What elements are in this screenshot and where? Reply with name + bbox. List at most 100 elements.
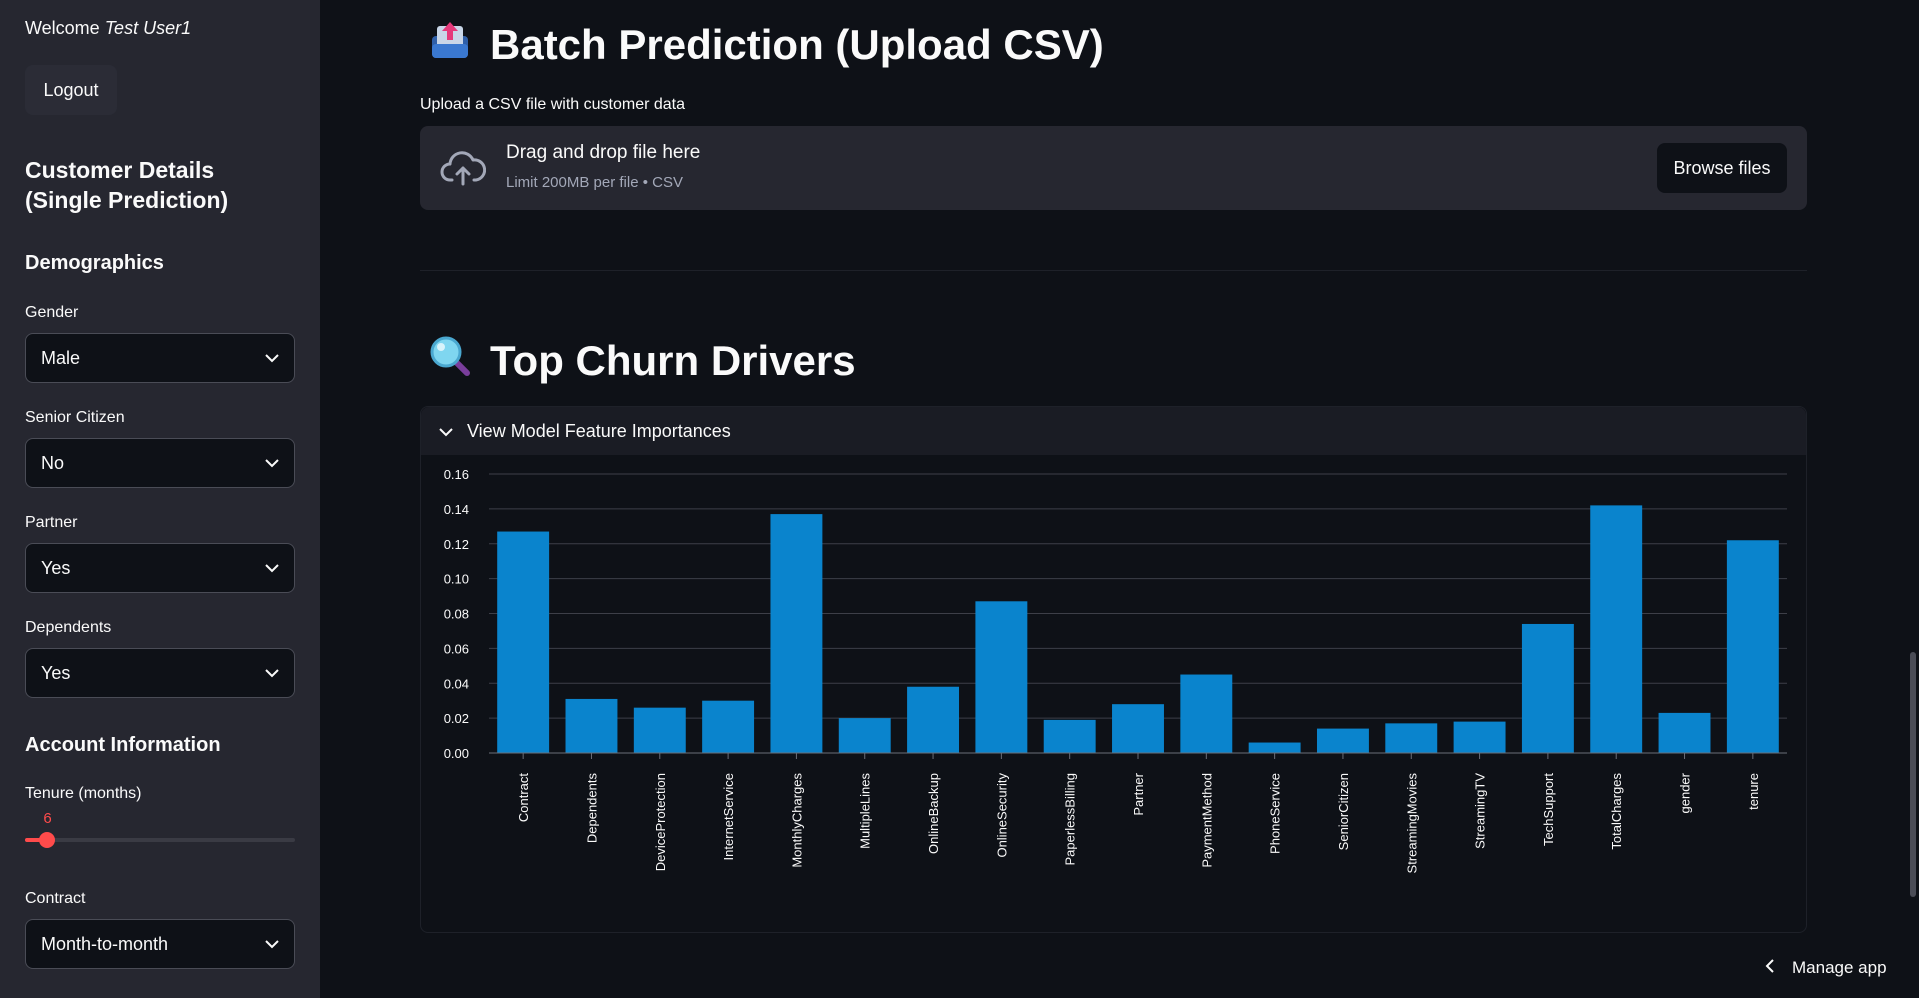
x-tick-label: Dependents <box>584 773 599 844</box>
chevron-down-icon <box>265 939 279 949</box>
tenure-slider-track[interactable] <box>25 838 295 842</box>
y-tick-label: 0.14 <box>444 502 469 517</box>
tenure-slider-thumb[interactable] <box>39 832 56 848</box>
dropzone-title: Drag and drop file here <box>506 142 701 163</box>
senior-value: No <box>41 452 65 473</box>
dependents-value: Yes <box>41 662 71 683</box>
contract-select[interactable]: Month-to-month <box>25 919 295 969</box>
cloud-upload-icon <box>440 148 487 193</box>
y-tick-label: 0.04 <box>444 676 469 691</box>
y-tick-label: 0.08 <box>444 607 469 622</box>
y-tick-label: 0.12 <box>444 537 469 552</box>
gender-label: Gender <box>25 304 79 321</box>
y-tick-label: 0.02 <box>444 711 469 726</box>
bar-StreamingMovies <box>1385 723 1438 753</box>
expander-label: View Model Feature Importances <box>467 420 731 441</box>
x-tick-label: PaperlessBilling <box>1063 773 1078 866</box>
x-tick-label: StreamingMovies <box>1404 773 1419 874</box>
bar-Dependents <box>565 698 618 753</box>
partner-select[interactable]: Yes <box>25 543 295 593</box>
file-dropzone[interactable]: Drag and drop file here Limit 200MB per … <box>420 126 1807 210</box>
partner-value: Yes <box>41 557 71 578</box>
scrollbar[interactable] <box>1910 652 1916 897</box>
bar-gender <box>1658 712 1711 753</box>
dependents-label: Dependents <box>25 619 112 636</box>
bar-SeniorCitizen <box>1316 728 1369 753</box>
welcome-prefix: Welcome <box>25 18 100 38</box>
x-tick-label: StreamingTV <box>1473 773 1488 849</box>
x-tick-label: Contract <box>516 773 531 823</box>
x-tick-label: MonthlyCharges <box>789 773 804 868</box>
user-name: Test User1 <box>104 18 192 38</box>
browse-files-button[interactable]: Browse files <box>1657 143 1787 193</box>
chevron-down-icon <box>265 563 279 573</box>
bar-MonthlyCharges <box>770 514 823 753</box>
x-tick-label: Partner <box>1131 772 1146 815</box>
bar-PhoneService <box>1248 742 1301 753</box>
x-tick-label: TechSupport <box>1541 773 1556 846</box>
account-heading: Account Information <box>25 734 221 756</box>
bar-TechSupport <box>1521 623 1574 753</box>
tenure-label: Tenure (months) <box>25 785 142 802</box>
y-tick-label: 0.06 <box>444 641 469 656</box>
chevron-down-icon <box>265 668 279 678</box>
partner-label: Partner <box>25 514 78 531</box>
x-tick-label: DeviceProtection <box>653 773 668 871</box>
bar-Contract <box>497 531 550 753</box>
tenure-value: 6 <box>43 810 52 827</box>
sidebar: Welcome Test User1 Logout Customer Detai… <box>0 0 320 998</box>
manage-app-label: Manage app <box>1792 958 1887 977</box>
logout-button[interactable]: Logout <box>25 65 117 115</box>
chevron-down-icon <box>265 458 279 468</box>
contract-label: Contract <box>25 890 86 907</box>
bar-OnlineSecurity <box>975 601 1028 753</box>
bar-StreamingTV <box>1453 721 1506 753</box>
bar-OnlineBackup <box>907 686 960 753</box>
batch-prediction-title: Batch Prediction (Upload CSV) <box>490 21 1104 68</box>
bar-MultipleLines <box>838 718 891 753</box>
gender-value: Male <box>41 347 81 368</box>
y-tick-label: 0.16 <box>444 467 469 482</box>
magnifying-glass-icon <box>428 334 472 388</box>
churn-drivers-heading: Top Churn Drivers <box>428 334 856 388</box>
sidebar-title: Customer Details (Single Prediction) <box>25 157 229 213</box>
x-tick-label: MultipleLines <box>858 773 873 849</box>
bar-tenure <box>1726 540 1779 753</box>
chevron-down-icon <box>265 353 279 363</box>
churn-drivers-title: Top Churn Drivers <box>490 337 856 384</box>
x-tick-label: TotalCharges <box>1609 773 1624 850</box>
x-tick-label: InternetService <box>721 773 736 860</box>
senior-select[interactable]: No <box>25 438 295 488</box>
x-tick-label: tenure <box>1746 773 1761 810</box>
x-tick-label: gender <box>1678 772 1693 813</box>
x-tick-label: OnlineBackup <box>926 773 941 854</box>
welcome-text: Welcome Test User1 <box>25 18 191 39</box>
dependents-select[interactable]: Yes <box>25 648 295 698</box>
expander-header[interactable]: View Model Feature Importances <box>421 407 1806 455</box>
bar-TotalCharges <box>1590 505 1643 753</box>
chevron-down-icon <box>439 421 453 442</box>
manage-app-button[interactable]: Manage app <box>1765 958 1887 978</box>
section-divider <box>420 270 1807 271</box>
chevron-left-icon <box>1765 958 1774 978</box>
contract-value: Month-to-month <box>41 933 169 954</box>
dropzone-limit: Limit 200MB per file • CSV <box>506 174 683 191</box>
gender-select[interactable]: Male <box>25 333 295 383</box>
bar-Partner <box>1112 704 1164 753</box>
senior-label: Senior Citizen <box>25 409 125 426</box>
bar-DeviceProtection <box>633 707 686 753</box>
demographics-heading: Demographics <box>25 252 164 274</box>
x-tick-label: OnlineSecurity <box>994 773 1009 858</box>
y-tick-label: 0.10 <box>444 572 469 587</box>
bar-PaymentMethod <box>1180 674 1233 753</box>
upload-label: Upload a CSV file with customer data <box>420 96 686 113</box>
feature-importance-expander: View Model Feature Importances 0.00 0.02 0… <box>420 406 1807 933</box>
feature-importance-chart: 0.00 0.02 0.04 0.06 0.08 0.10 0.12 0.14 0.16 Cont… <box>444 467 1787 874</box>
batch-prediction-heading: Batch Prediction (Upload CSV) <box>428 18 1104 72</box>
y-tick-label: 0.00 <box>444 746 469 761</box>
bar-PaperlessBilling <box>1043 719 1096 753</box>
x-tick-label: PaymentMethod <box>1199 773 1214 868</box>
outbox-tray-icon <box>428 18 472 72</box>
bar-InternetService <box>702 700 755 753</box>
x-tick-label: PhoneService <box>1268 773 1283 854</box>
